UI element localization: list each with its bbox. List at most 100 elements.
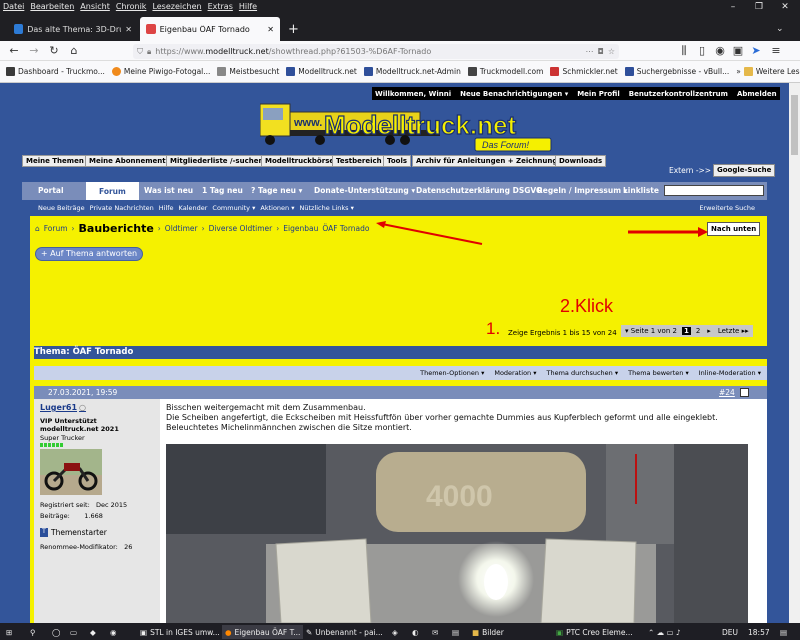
crumb-bauberichte[interactable]: Bauberichte: [79, 222, 154, 235]
username-link[interactable]: Luger61: [40, 403, 77, 412]
crumb-oldtimer[interactable]: Oldtimer: [165, 224, 198, 233]
nav-regeln[interactable]: Regeln / Impressum ▾: [537, 182, 627, 200]
menu-datei[interactable]: Datei: [0, 0, 27, 14]
bookmark-piwigo[interactable]: Meine Piwigo-Fotogal...: [111, 67, 210, 76]
tab-list-chevron-icon[interactable]: ⌄: [770, 17, 790, 41]
post-photo[interactable]: 4000: [166, 444, 748, 623]
quick-search-input[interactable]: [664, 185, 764, 196]
notification-icon[interactable]: ▤: [780, 625, 787, 639]
menu-extras[interactable]: Extras: [205, 0, 236, 14]
moderation-menu[interactable]: Moderation ▾: [494, 369, 536, 377]
meine-themen-button[interactable]: Meine Themen: [22, 155, 88, 167]
minimize-button[interactable]: –: [720, 0, 746, 14]
last-page-link[interactable]: Letzte ▸▸: [716, 327, 751, 335]
nav-was-ist-neu[interactable]: Was ist neu: [144, 182, 193, 200]
crumb-eigenbau[interactable]: Eigenbau: [283, 224, 318, 233]
task-bilder[interactable]: ■ Bilder: [472, 625, 504, 639]
crumb-forum[interactable]: Forum: [44, 224, 68, 233]
task-stl-iges[interactable]: ▣ STL in IGES umw...: [140, 625, 220, 639]
subnav-nuetzliche-links[interactable]: Nützliche Links ▾: [300, 204, 354, 212]
reload-icon[interactable]: ↻: [46, 44, 62, 58]
clock[interactable]: 18:57: [748, 625, 770, 639]
home-icon[interactable]: ⌂: [35, 224, 40, 233]
bookmark-dashboard[interactable]: Dashboard - Truckmo...: [6, 67, 105, 76]
menu-bearbeiten[interactable]: Bearbeiten: [27, 0, 77, 14]
logout-link[interactable]: Abmelden: [737, 90, 777, 98]
task-app-d[interactable]: ▤: [452, 625, 459, 639]
start-windows-icon[interactable]: ⊞: [6, 625, 12, 639]
bookmark-weitere[interactable]: »Weitere Lesezeichen: [736, 67, 800, 76]
send-icon[interactable]: ➤: [748, 44, 764, 58]
app-menu-icon[interactable]: ≡: [768, 44, 784, 58]
account-icon[interactable]: ◉: [712, 44, 728, 58]
close-window-button[interactable]: ✕: [772, 0, 798, 14]
tab-eigenbau[interactable]: Eigenbau ÖAF Tornado ✕: [140, 17, 280, 41]
url-bar[interactable]: ⛉ 🔒︎ https://www. modelltruck.net/showthr…: [133, 44, 619, 59]
tools-button[interactable]: Tools: [383, 155, 412, 167]
bookmark-schmickler[interactable]: Schmickler.net: [550, 67, 618, 76]
tray-icons[interactable]: ⌃ ☁ ▭ ♪: [648, 625, 681, 639]
page-label[interactable]: ▾ Seite 1 von 2: [623, 327, 679, 335]
post-number-link[interactable]: #24: [719, 386, 735, 399]
search-icon[interactable]: ⌕: [755, 182, 760, 200]
bookmark-modelltruck-admin[interactable]: Modelltruck.net-Admin: [363, 67, 461, 76]
nav-linkliste[interactable]: Linkliste: [623, 182, 659, 200]
nach-unten-button[interactable]: Nach unten: [707, 222, 761, 236]
archiv-button[interactable]: Archiv für Anleitungen + Zeichnungen: [412, 155, 572, 167]
profile-link[interactable]: Mein Profil: [577, 90, 620, 98]
sidebar-icon[interactable]: ▯: [694, 44, 710, 58]
bookmark-truckmodell[interactable]: Truckmodell.com: [467, 67, 543, 76]
bookmark-suchergebnisse[interactable]: Suchergebnisse - vBull...: [624, 67, 729, 76]
modelltruckboerse-button[interactable]: Modelltruckbörse: [261, 155, 339, 167]
chrome-icon[interactable]: ◉: [110, 625, 117, 639]
task-app-a[interactable]: ◈: [392, 625, 398, 639]
nav-forum[interactable]: Forum: [86, 182, 139, 200]
menu-chronik[interactable]: Chronik: [113, 0, 150, 14]
user-avatar[interactable]: [40, 449, 102, 495]
subnav-community[interactable]: Community ▾: [212, 204, 255, 212]
downloads-button[interactable]: Downloads: [555, 155, 607, 167]
subnav-aktionen[interactable]: Aktionen ▾: [260, 204, 294, 212]
search-icon[interactable]: ⚲: [30, 625, 36, 639]
task-ptc-creo[interactable]: ▣ PTC Creo Eleme...: [556, 625, 633, 639]
post-reply-button[interactable]: + Auf Thema antworten: [35, 247, 143, 261]
advanced-search-link[interactable]: Erweiterte Suche: [699, 204, 755, 212]
extension-icon[interactable]: ▣: [730, 44, 746, 58]
google-search-button[interactable]: Google-Suche: [713, 164, 776, 177]
testbereich-button[interactable]: Testbereich: [332, 155, 386, 167]
next-page-icon[interactable]: ▸: [705, 327, 713, 335]
language-indicator[interactable]: DEU: [722, 625, 738, 639]
themen-optionen-menu[interactable]: Themen-Optionen ▾: [420, 369, 484, 377]
restore-button[interactable]: ❐: [746, 0, 772, 14]
bookmark-modelltruck[interactable]: Modelltruck.net: [286, 67, 357, 76]
subnav-kalender[interactable]: Kalender: [179, 204, 208, 212]
thema-durchsuchen-menu[interactable]: Thema durchsuchen ▾: [547, 369, 619, 377]
menu-ansicht[interactable]: Ansicht: [77, 0, 113, 14]
crumb-diverse-oldtimer[interactable]: Diverse Oldtimer: [209, 224, 273, 233]
control-panel-link[interactable]: Benutzerkontrollzentrum: [629, 90, 728, 98]
notifications-link[interactable]: Neue Benachrichtigungen ▾: [460, 90, 568, 98]
scrollbar-thumb[interactable]: [791, 95, 798, 155]
menu-hilfe[interactable]: Hilfe: [236, 0, 260, 14]
file-explorer-icon[interactable]: ▭: [70, 625, 77, 639]
home-icon[interactable]: ⌂: [66, 44, 82, 58]
tab-close-icon[interactable]: ✕: [125, 25, 132, 34]
nav-datenschutz[interactable]: Datenschutzerklärung DSGVO: [416, 182, 542, 200]
forward-arrow-icon[interactable]: →: [26, 44, 42, 58]
menu-lesezeichen[interactable]: Lesezeichen: [149, 0, 204, 14]
pocket-icon[interactable]: ◘: [598, 47, 604, 56]
mitgliederliste-button[interactable]: Mitgliederliste /-suchen: [166, 155, 268, 167]
tab-3d-druck[interactable]: Das alte Thema: 3D-Druck - Flu ✕: [8, 17, 138, 41]
thema-bewerten-menu[interactable]: Thema bewerten ▾: [628, 369, 689, 377]
bookmark-star-icon[interactable]: ☆: [608, 47, 615, 56]
task-view-icon[interactable]: ◯: [52, 625, 60, 639]
task-firefox[interactable]: ● Eigenbau ÖAF T...: [222, 625, 304, 639]
post-select-checkbox[interactable]: [740, 388, 749, 397]
subnav-private-nachrichten[interactable]: Private Nachrichten: [90, 204, 154, 212]
url-actions-icon[interactable]: ⋯: [586, 47, 594, 56]
modelltruck-logo[interactable]: www. Modelltruck.net Das Forum!: [260, 100, 552, 156]
subnav-neue-beitraege[interactable]: Neue Beiträge: [38, 204, 85, 212]
task-app-b[interactable]: ◐: [412, 625, 419, 639]
meine-abonnements-button[interactable]: Meine Abonnements: [85, 155, 174, 167]
new-tab-button[interactable]: +: [282, 17, 305, 41]
